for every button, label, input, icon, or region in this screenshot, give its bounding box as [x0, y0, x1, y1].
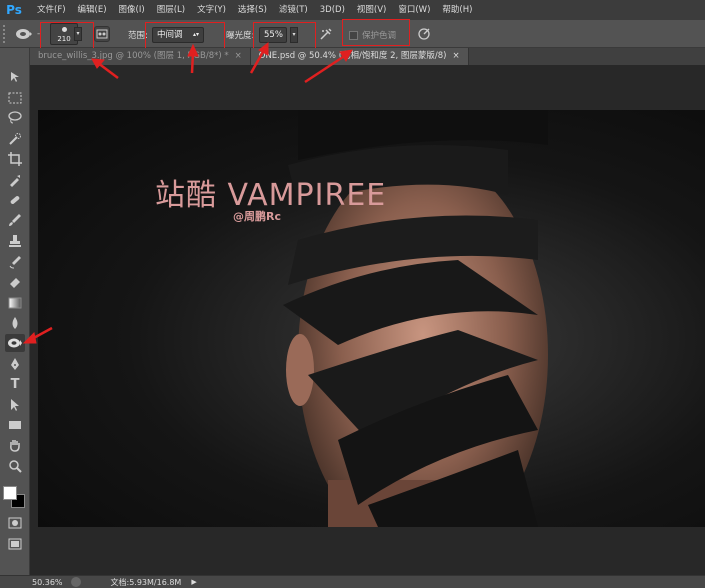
menu-bar: Ps 文件(F) 编辑(E) 图像(I) 图层(L) 文字(Y) 选择(S) 滤镜(T) 3D… [0, 0, 705, 20]
rectangle-tool-icon[interactable] [5, 416, 25, 434]
quick-mask-icon[interactable] [5, 514, 25, 532]
tools-panel: T [0, 48, 30, 575]
menu-item[interactable]: 编辑(E) [72, 0, 113, 20]
brush-tool-icon[interactable] [5, 211, 25, 229]
status-globe-icon[interactable] [70, 577, 81, 587]
quick-select-tool-icon[interactable] [5, 130, 25, 148]
foreground-color-swatch[interactable] [3, 486, 17, 500]
artwork-subtitle: @周鹏Rc [233, 210, 281, 223]
highlight-range [145, 22, 225, 51]
history-brush-tool-icon[interactable] [5, 253, 25, 271]
pressure-size-icon[interactable] [415, 25, 433, 43]
menu-item[interactable]: 滤镜(T) [273, 0, 314, 20]
clone-stamp-tool-icon[interactable] [5, 232, 25, 250]
marquee-tool-icon[interactable] [5, 89, 25, 107]
options-grip[interactable] [3, 24, 9, 43]
eyedropper-tool-icon[interactable] [5, 171, 25, 189]
screen-mode-icon[interactable] [5, 535, 25, 553]
highlight-protect-tones [342, 19, 410, 46]
hand-tool-icon[interactable] [5, 436, 25, 454]
document-tabs: bruce_willis_3.jpg @ 100% (图层 1, RGB/8*)… [30, 48, 705, 65]
exposure-label: 曝光度: [226, 31, 255, 41]
tab-title: ONE.psd @ 50.4% (色相/饱和度 2, 图层蒙版/8) [258, 51, 447, 61]
eraser-tool-icon[interactable] [5, 273, 25, 291]
menu-item[interactable]: 窗口(W) [392, 0, 436, 20]
tab-close-icon[interactable]: × [452, 48, 459, 65]
menu-item[interactable]: 视图(V) [351, 0, 392, 20]
spot-heal-tool-icon[interactable] [5, 191, 25, 209]
canvas-area: 站酷 VAMPIREE @周鹏Rc [30, 65, 705, 575]
menu-item[interactable]: 图像(I) [113, 0, 151, 20]
move-tool-icon[interactable] [5, 68, 25, 86]
status-bar: 50.36% 文档:5.93M/16.8M ▶ [0, 575, 705, 588]
crop-tool-icon[interactable] [5, 150, 25, 168]
tab-close-icon[interactable]: × [235, 48, 242, 65]
sponge-tool-icon[interactable] [5, 334, 25, 352]
zoom-level[interactable]: 50.36% [32, 578, 63, 587]
zoom-tool-icon[interactable] [5, 457, 25, 475]
menu-items: 文件(F) 编辑(E) 图像(I) 图层(L) 文字(Y) 选择(S) 滤镜(T) 3D(D)… [31, 0, 478, 20]
pen-tool-icon[interactable] [5, 355, 25, 373]
photoshop-logo: Ps [6, 3, 22, 17]
blur-tool-icon[interactable] [5, 314, 25, 332]
sponge-icon[interactable] [13, 25, 35, 43]
lasso-tool-icon[interactable] [5, 109, 25, 127]
status-menu-arrow-icon[interactable]: ▶ [191, 578, 196, 586]
document-size: 文档:5.93M/16.8M [110, 577, 182, 587]
document-canvas[interactable]: 站酷 VAMPIREE @周鹏Rc [38, 110, 705, 527]
menu-item[interactable]: 图层(L) [151, 0, 191, 20]
brush-panel-icon[interactable] [94, 26, 110, 42]
highlight-exposure [253, 22, 316, 50]
gradient-tool-icon[interactable] [5, 294, 25, 312]
type-tool-icon[interactable]: T [5, 375, 25, 393]
airbrush-icon[interactable] [317, 25, 335, 43]
menu-item[interactable]: 帮助(H) [436, 0, 478, 20]
tab-title: bruce_willis_3.jpg @ 100% (图层 1, RGB/8*)… [38, 51, 229, 61]
menu-item[interactable]: 选择(S) [232, 0, 273, 20]
menu-item[interactable]: 3D(D) [314, 0, 351, 20]
tab-one-psd[interactable]: ONE.psd @ 50.4% (色相/饱和度 2, 图层蒙版/8) × [250, 48, 469, 65]
path-select-tool-icon[interactable] [5, 396, 25, 414]
menu-item[interactable]: 文字(Y) [191, 0, 232, 20]
menu-item[interactable]: 文件(F) [31, 0, 72, 20]
tab-bruce-willis[interactable]: bruce_willis_3.jpg @ 100% (图层 1, RGB/8*)… [30, 48, 251, 65]
